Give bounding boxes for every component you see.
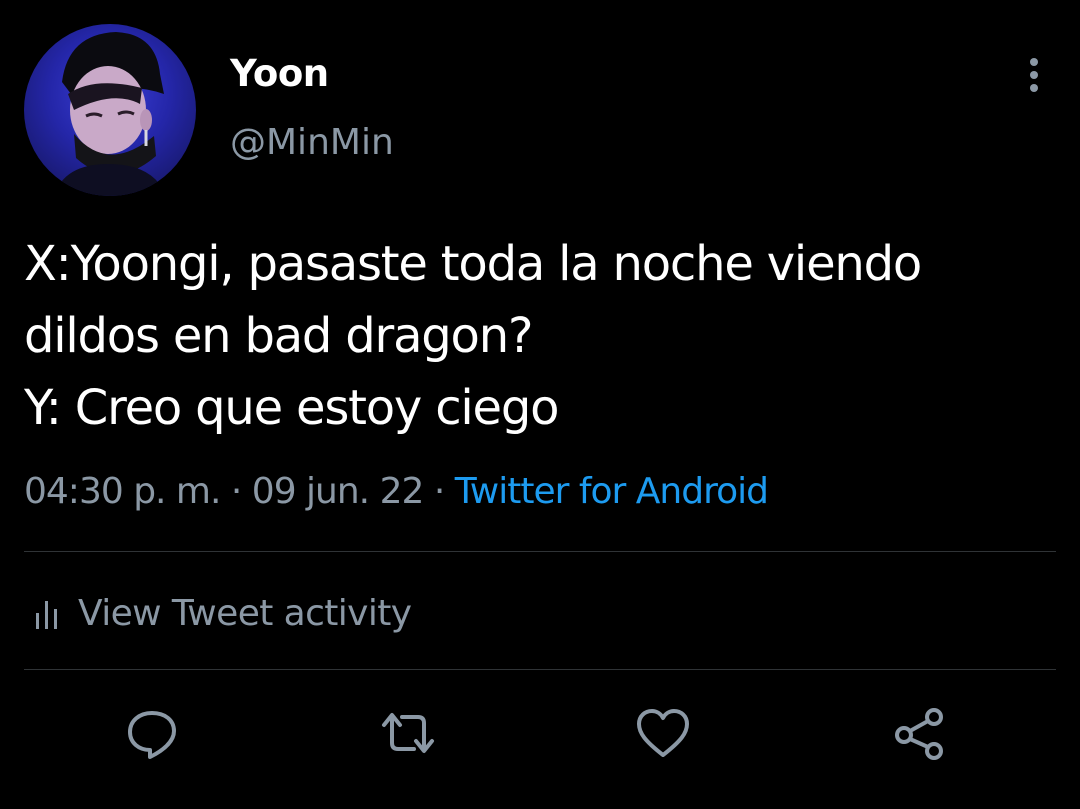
tweet-source-link[interactable]: Twitter for Android — [455, 471, 769, 512]
like-button[interactable] — [633, 703, 693, 763]
meta-separator: · — [220, 471, 252, 512]
speech-bubble-icon — [128, 711, 176, 759]
tweet-metadata: 04:30 p. m. · 09 jun. 22 · Twitter for A… — [24, 471, 769, 512]
avatar[interactable] — [24, 24, 196, 196]
share-button[interactable] — [890, 703, 950, 763]
bar-chart-icon — [36, 601, 57, 629]
view-tweet-activity-button[interactable]: View Tweet activity — [30, 585, 412, 641]
divider — [24, 669, 1056, 670]
tweet-text-line: X:Yoongi, pasaste toda la noche viendo — [24, 236, 922, 292]
tweet-text: X:Yoongi, pasaste toda la noche viendo d… — [24, 228, 1054, 444]
share-nodes-icon — [895, 708, 943, 760]
author-handle[interactable]: @MinMin — [230, 122, 394, 163]
tweet-text-line: Y: Creo que estoy ciego — [24, 380, 559, 436]
tweet-date[interactable]: 09 jun. 22 — [252, 471, 425, 512]
retweet-arrows-icon — [382, 713, 434, 753]
tweet-time[interactable]: 04:30 p. m. — [24, 471, 221, 512]
heart-outline-icon — [637, 709, 689, 757]
more-options-button[interactable] — [1012, 55, 1056, 99]
tweet-text-line: dildos en bad dragon? — [24, 308, 533, 364]
view-tweet-activity-label: View Tweet activity — [78, 592, 412, 634]
author-display-name[interactable]: Yoon — [230, 52, 329, 95]
more-vertical-icon — [1030, 58, 1038, 92]
retweet-button[interactable] — [378, 703, 438, 763]
divider — [24, 551, 1056, 552]
reply-button[interactable] — [122, 703, 182, 763]
tweet-detail: Yoon @MinMin X:Yoongi, pasaste toda la n… — [0, 0, 1080, 809]
avatar-image — [54, 32, 166, 196]
meta-separator: · — [423, 471, 455, 512]
